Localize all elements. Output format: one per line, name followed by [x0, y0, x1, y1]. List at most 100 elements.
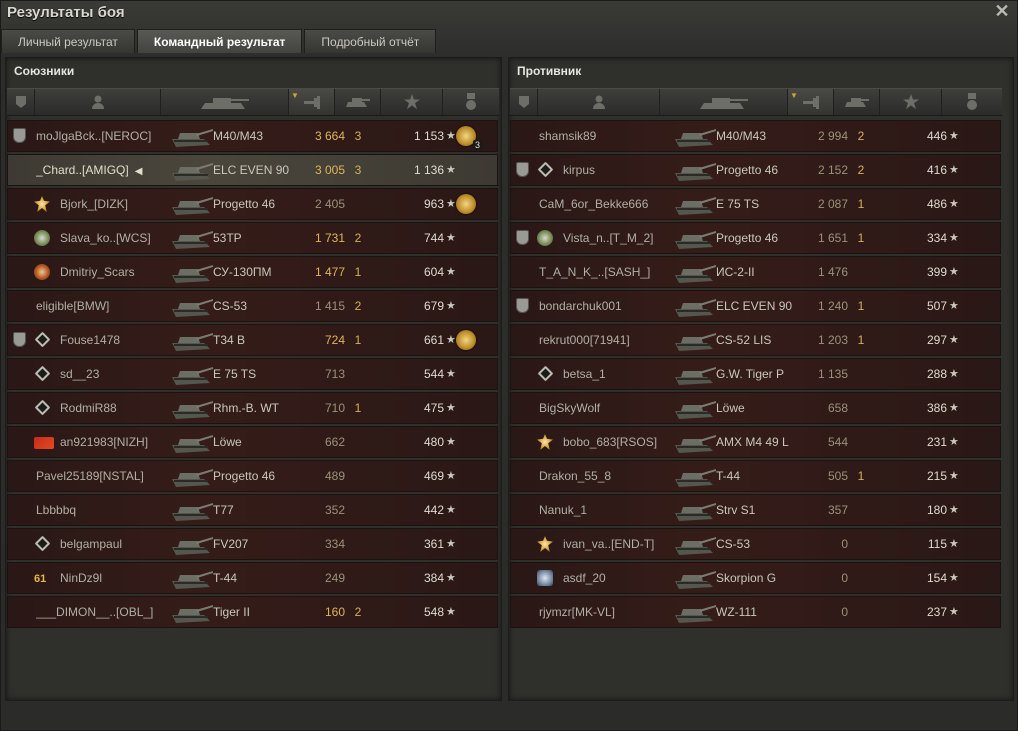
player-row[interactable]: Vista_n..[T_M_2] Progetto 46 1 651 1 334…	[510, 222, 1001, 254]
player-row[interactable]: Pavel25189[NSTAL] Progetto 46 489 469 ★	[7, 460, 498, 492]
frags-value: 1	[857, 197, 865, 211]
player-row[interactable]: Lbbbbq T77 352 442 ★	[7, 494, 498, 526]
xp-star-icon[interactable]	[880, 89, 942, 115]
player-row[interactable]: _Chard..[AMIGQ] ◀ ELC EVEN 90 3 005 3 1 1…	[7, 154, 498, 186]
medal-badge-icon[interactable]	[456, 330, 476, 350]
close-icon[interactable]: ✕	[993, 2, 1011, 20]
frags-icon[interactable]	[834, 89, 880, 115]
tank-name: Progetto 46	[213, 469, 276, 483]
player-icon[interactable]	[35, 89, 161, 115]
player-row[interactable]: asdf_20 Skorpion G 0 154 ★	[510, 562, 1001, 594]
medal-icon[interactable]	[942, 89, 1002, 115]
tank-silhouette-icon	[172, 367, 213, 385]
player-row[interactable]: T_A_N_K_..[SASH_] ИС-2-II 1 476 399 ★	[510, 256, 1001, 288]
player-row[interactable]: CaM_6or_Bekke666 E 75 TS 2 087 1 486 ★	[510, 188, 1001, 220]
player-row[interactable]: eligible[BMW] CS-53 1 415 2 679 ★	[7, 290, 498, 322]
tank-icon[interactable]	[660, 89, 788, 115]
tank-name: Skorpion G	[716, 571, 777, 585]
player-row[interactable]: belgampaul FV207 334 361 ★	[7, 528, 498, 560]
badge-cell	[34, 257, 56, 287]
tank-name: Tiger II	[213, 605, 250, 619]
damage-value: 352	[324, 503, 345, 517]
tank-image	[671, 223, 717, 253]
tank-silhouette-icon	[172, 265, 213, 283]
damage-icon[interactable]: ▼	[788, 89, 834, 115]
tank-name: ELC EVEN 90	[213, 163, 290, 177]
xp-value: 416	[926, 163, 947, 177]
player-row[interactable]: rjymzr[MK-VL] WZ-111 0 237 ★	[510, 596, 1001, 628]
medal-cell	[456, 223, 486, 253]
tank-image	[168, 325, 214, 355]
tank-icon[interactable]	[161, 89, 289, 115]
tab-personal-result[interactable]: Личный результат	[1, 29, 135, 53]
medal-badge-icon[interactable]: 3	[456, 126, 482, 150]
medal-cell	[959, 529, 989, 559]
damage-value: 0	[841, 571, 848, 585]
player-icon[interactable]	[538, 89, 660, 115]
player-row[interactable]: ivan_va..[END-T] CS-53 0 115 ★	[510, 528, 1001, 560]
player-row[interactable]: kirpus Progetto 46 2 152 2 416 ★	[510, 154, 1001, 186]
platoon-cell	[11, 223, 31, 253]
player-row[interactable]: an921983[NIZH] Löwe 662 480 ★	[7, 426, 498, 458]
player-row[interactable]: Dmitriy_Scars СУ-130ПМ 1 477 1 604 ★	[7, 256, 498, 288]
xp-value: 475	[423, 401, 444, 415]
frags-value: 1	[857, 299, 865, 313]
player-row[interactable]: Nanuk_1 Strv S1 357 180 ★	[510, 494, 1001, 526]
player-badge-icon: 61	[34, 573, 47, 585]
xp-value: 480	[423, 435, 444, 449]
damage-value: 544	[827, 435, 848, 449]
player-row[interactable]: rekrut000[71941] CS-52 LIS 1 203 1 297 ★	[510, 324, 1001, 356]
damage-icon[interactable]: ▼	[289, 89, 335, 115]
medal-cell	[456, 427, 486, 457]
frags-value	[851, 427, 871, 457]
player-badge-icon	[34, 230, 50, 246]
medal-cell	[959, 325, 989, 355]
xp-value: 288	[926, 367, 947, 381]
player-row[interactable]: RodmiR88 Rhm.-B. WT 710 1 475 ★	[7, 392, 498, 424]
player-name-text: asdf_20	[563, 571, 606, 585]
tank-silhouette-icon	[172, 299, 213, 317]
player-row[interactable]: Fouse1478 T34 B 724 1 661 ★	[7, 324, 498, 356]
player-name-text: CaM_6or_Bekke666	[539, 197, 649, 211]
player-row[interactable]: Bjork_[DIZK] Progetto 46 2 405 963 ★	[7, 188, 498, 220]
player-row[interactable]: Slava_ko..[WCS] 53TP 1 731 2 744 ★	[7, 222, 498, 254]
platoon-icon[interactable]	[510, 89, 538, 115]
frags-value: 3	[354, 163, 362, 177]
xp-star-icon[interactable]	[381, 89, 443, 115]
sort-arrow-icon: ▼	[291, 91, 299, 100]
player-row[interactable]: BigSkyWolf Löwe 658 386 ★	[510, 392, 1001, 424]
player-name-text: RodmiR88	[60, 401, 117, 415]
tank-image	[671, 393, 717, 423]
frags-value	[348, 461, 368, 491]
player-row[interactable]: shamsik89 M40/M43 2 994 2 446 ★	[510, 120, 1001, 152]
player-row[interactable]: bondarchuk001 ELC EVEN 90 1 240 1 507 ★	[510, 290, 1001, 322]
frags-value: 1	[857, 469, 865, 483]
player-name: shamsik89	[539, 121, 679, 151]
medal-icon[interactable]	[443, 89, 499, 115]
player-badge-icon	[537, 161, 554, 178]
player-row[interactable]: sd__23 E 75 TS 713 544 ★	[7, 358, 498, 390]
tank-image	[168, 121, 214, 151]
xp-value: 154	[926, 571, 947, 585]
player-row[interactable]: bobo_683[RSOS] AMX M4 49 L 544 231 ★	[510, 426, 1001, 458]
player-badge-icon	[34, 264, 50, 280]
xp-value: 215	[926, 469, 947, 483]
player-row[interactable]: betsa_1 G.W. Tiger P 1 135 288 ★	[510, 358, 1001, 390]
platoon-icon[interactable]	[7, 89, 35, 115]
player-name-text: Dmitriy_Scars	[60, 265, 135, 279]
xp-value: 399	[926, 265, 947, 279]
player-name-text: an921983[NIZH]	[60, 435, 149, 449]
medal-badge-icon[interactable]	[456, 194, 476, 214]
player-name: T_A_N_K_..[SASH_]	[539, 257, 679, 287]
player-row[interactable]: moJlgaBck..[NEROC] M40/M43 3 664 3 1 153…	[7, 120, 498, 152]
tab-detailed-report[interactable]: Подробный отчёт	[304, 29, 437, 53]
frags-icon[interactable]	[335, 89, 381, 115]
damage-value: 713	[324, 367, 345, 381]
player-name-text: sd__23	[60, 367, 100, 381]
player-row[interactable]: ___DIMON__..[OBL_] Tiger II 160 2 548 ★	[7, 596, 498, 628]
player-row[interactable]: 61 NinDz9l T-44 249 384 ★	[7, 562, 498, 594]
tab-team-result[interactable]: Командный результат	[136, 29, 303, 53]
tank-silhouette-icon	[172, 469, 213, 487]
player-row[interactable]: Drakon_55_8 T-44 505 1 215 ★	[510, 460, 1001, 492]
damage-value: 662	[324, 435, 345, 449]
